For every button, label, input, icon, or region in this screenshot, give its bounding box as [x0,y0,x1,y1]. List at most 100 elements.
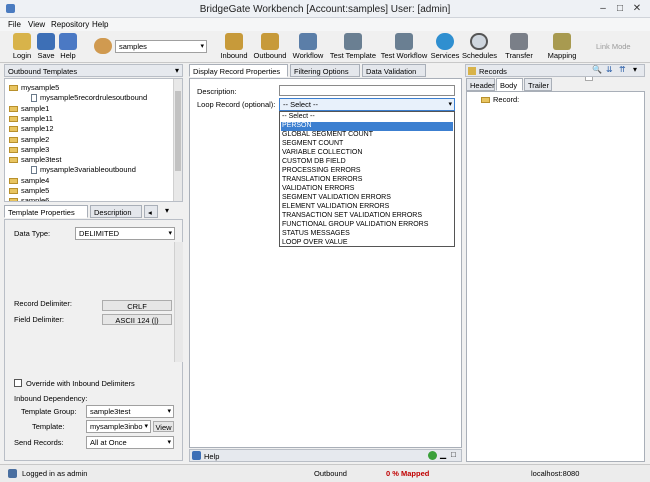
outbound-button[interactable]: Outbound [253,32,287,62]
dropdown-option[interactable]: FUNCTIONAL GROUP VALIDATION ERRORS [282,221,428,230]
dropdown-option[interactable]: STATUS MESSAGES [282,230,350,239]
template-group-select[interactable]: sample3test ▾ [86,405,174,418]
inbound-icon [225,33,243,50]
inbound-button[interactable]: Inbound [218,32,250,62]
maximize-icon[interactable]: □ [451,450,456,459]
dropdown-option[interactable]: VALIDATION ERRORS [282,185,354,194]
account-select[interactable]: samples ▾ [115,40,207,53]
tree-item[interactable]: sample6 [9,196,49,201]
records-icon [468,67,476,75]
outbound-icon [261,33,279,50]
save-button[interactable]: Save [36,32,56,62]
tab-display-record-properties[interactable]: Display Record Properties [189,64,288,77]
tree-item[interactable]: mysample5recordrulesoutbound [31,93,147,103]
panel-menu-icon[interactable]: ▾ [633,65,637,74]
tab-overflow[interactable]: ◂ [144,205,158,218]
gear-icon [344,33,362,50]
dropdown-option[interactable]: CUSTOM DB FIELD [282,158,346,167]
folder-icon [9,126,18,133]
schedules-button[interactable]: Schedules [462,32,497,62]
window-title: BridgeGate Workbench [Account:samples] U… [199,4,451,15]
tab-template-properties[interactable]: Template Properties [4,205,88,218]
tree-item[interactable]: sample11 [9,114,53,124]
view-button[interactable]: View [153,421,174,432]
menu-view[interactable]: View [28,20,45,29]
services-button[interactable]: Services [430,32,460,62]
minimize-icon[interactable]: – [597,3,609,15]
users-icon [94,38,112,54]
transfer-button[interactable]: Transfer [503,32,535,62]
panel-menu-icon[interactable]: ▾ [165,206,169,215]
override-checkbox[interactable] [14,379,22,387]
tree-item[interactable]: mysample3variableoutbound [31,165,136,175]
minimize-icon[interactable]: ▁ [440,450,446,459]
go-icon[interactable] [428,451,437,460]
tab-filtering-options[interactable]: Filtering Options [290,64,360,77]
panel-menu-icon[interactable]: ▾ [175,66,179,75]
data-type-select[interactable]: DELIMITED ▾ [75,227,175,240]
dropdown-option[interactable]: SEGMENT COUNT [282,140,343,149]
loop-record-select[interactable]: -- Select -- ▾ [279,98,455,111]
lock-icon [13,33,31,50]
tree-item-label: sample12 [21,124,54,134]
tree-scrollbar[interactable] [173,79,182,201]
test-template-button[interactable]: Test Template [328,32,378,62]
tab-body[interactable]: Body [496,78,523,91]
dropdown-option[interactable]: GLOBAL SEGMENT COUNT [282,131,373,140]
tree-item[interactable]: sample12 [9,124,54,134]
dropdown-option[interactable]: VARIABLE COLLECTION [282,149,362,158]
search-icon[interactable]: 🔍 [592,65,602,74]
dropdown-option[interactable]: TRANSLATION ERRORS [282,176,362,185]
tab-data-validation[interactable]: Data Validation [362,64,426,77]
collapse-icon[interactable]: ⇈ [619,65,626,74]
close-icon[interactable]: ✕ [631,3,643,15]
dropdown-option[interactable]: LOOP OVER VALUE [282,239,348,248]
template-select[interactable]: mysample3inbo ▾ [86,420,151,433]
send-records-select[interactable]: All at Once ▾ [86,436,174,449]
override-label: Override with Inbound Delimiters [26,379,135,388]
folder-icon [481,97,490,104]
login-button[interactable]: Login [10,32,34,62]
tree-item-label: sample4 [21,175,50,185]
menu-file[interactable]: File [8,20,21,29]
toolbar: Login Save Help samples ▾ Inbound Outboun… [0,31,650,81]
maximize-icon[interactable]: □ [614,3,626,15]
send-records-label: Send Records: [14,438,64,447]
record-root[interactable]: Record: [481,95,519,105]
tree-item[interactable]: sample5 [9,186,49,196]
tree-item-label: sample11 [21,113,53,123]
dropdown-option[interactable]: PERSON [281,122,453,131]
dropdown-option[interactable]: ELEMENT VALIDATION ERRORS [282,203,389,212]
menu-repository[interactable]: Repository [51,20,89,29]
scroll-thumb[interactable] [175,91,181,171]
tree-item[interactable]: sample1 [9,104,49,114]
help-button[interactable]: Help [58,32,78,62]
properties-scrollbar[interactable] [174,242,183,362]
help-label: Help [204,452,220,461]
field-delimiter-label: Field Delimiter: [14,315,65,324]
tab-header[interactable]: Header [466,78,495,91]
dropdown-option[interactable]: -- Select -- [282,113,315,122]
tree-item[interactable]: mysample5 [9,83,59,93]
title-bar: BridgeGate Workbench [Account:samples] U… [0,0,650,18]
dropdown-option[interactable]: SEGMENT VALIDATION ERRORS [282,194,391,203]
workflow-button[interactable]: Workflow [290,32,326,62]
tree-item[interactable]: sample2 [9,135,49,145]
expand-icon[interactable]: ⇊ [606,65,613,74]
menu-help[interactable]: Help [92,20,108,29]
folder-icon [9,157,18,164]
tree-item-label: sample5 [21,186,50,195]
record-delimiter-button[interactable]: CRLF [102,300,172,311]
mapping-button[interactable]: Mapping [544,32,580,62]
tree-item[interactable]: sample4 [9,176,49,186]
field-delimiter-button[interactable]: ASCII 124 (|) [102,314,172,325]
test-workflow-button[interactable]: Test Workflow [380,32,428,62]
tree-item[interactable]: sample3 [9,145,49,155]
tab-description[interactable]: Description [90,205,142,218]
dropdown-option[interactable]: TRANSACTION SET VALIDATION ERRORS [282,212,422,221]
status-host: localhost:8080 [531,469,580,478]
tab-trailer[interactable]: Trailer [524,78,552,91]
description-input[interactable] [279,85,455,96]
tree-item[interactable]: sample3test [9,155,61,165]
dropdown-option[interactable]: PROCESSING ERRORS [282,167,361,176]
